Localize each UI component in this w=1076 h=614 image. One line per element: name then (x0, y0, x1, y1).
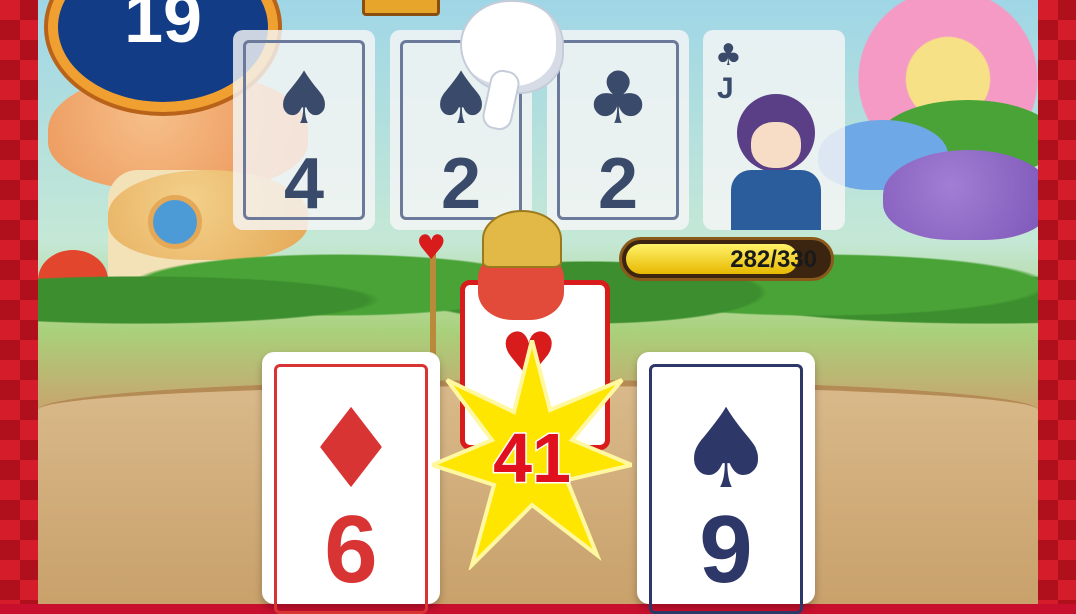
diamond-suit-icon: ♦ (301, 385, 401, 513)
player-card[interactable]: ♦ 6 (262, 352, 440, 614)
purple-mushroom (883, 150, 1038, 240)
top-tab[interactable] (362, 0, 440, 16)
card-rank: 4 (283, 144, 325, 224)
helmet-icon (482, 210, 562, 268)
enemy-hp-bar: 282/330 (619, 237, 834, 281)
spade-suit-icon: ♠ (271, 56, 337, 140)
glove-hand-icon (460, 0, 580, 133)
heart-staff-icon: ♥ (416, 228, 447, 268)
jack-card[interactable]: ♣ J (703, 30, 845, 230)
jack-character-face (751, 122, 801, 168)
jack-character-body (731, 170, 821, 230)
club-suit-icon: ♣ (715, 38, 742, 73)
spade-suit-icon: ♠ (676, 385, 776, 513)
damage-number: 41 (492, 418, 573, 499)
left-decorative-border (0, 0, 38, 604)
card-rank: 9 (699, 496, 753, 603)
level-number: 19 (124, 0, 202, 57)
right-decorative-border (1038, 0, 1076, 604)
card-rank: J (717, 72, 734, 105)
card-rank: 6 (324, 496, 378, 603)
player-card[interactable]: ♠ 9 (637, 352, 815, 614)
hp-text: 282/330 (730, 246, 817, 273)
deck-card[interactable]: ♠ 4 (233, 30, 375, 230)
damage-burst: 41 (426, 339, 639, 572)
